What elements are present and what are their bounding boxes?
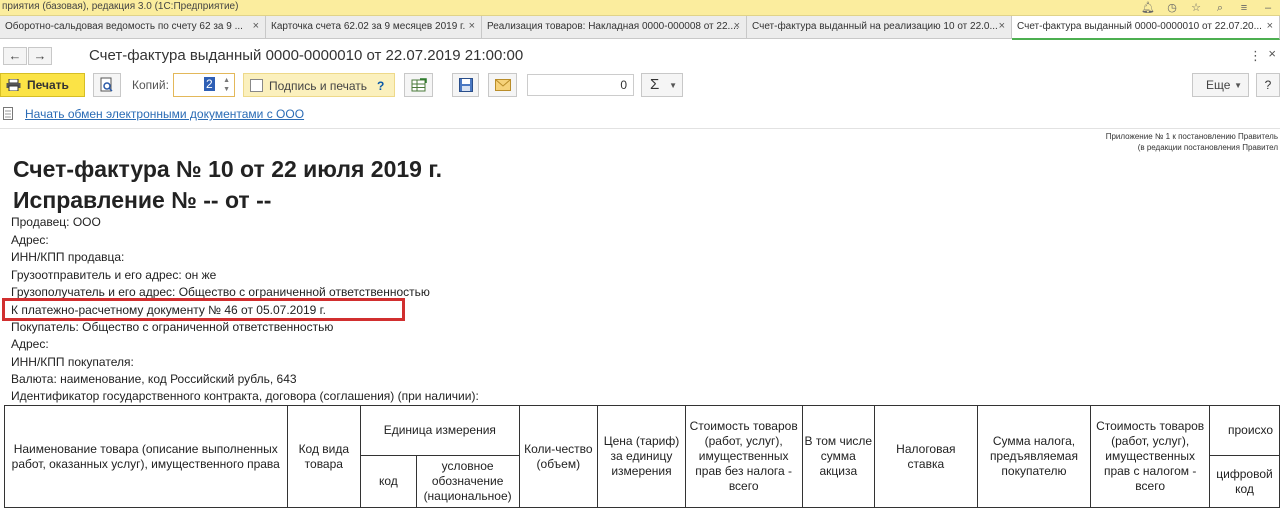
appendix-line: Приложение № 1 к постановлению Правитель [1105, 132, 1278, 141]
sign-and-stamp-checkbox[interactable] [250, 79, 263, 92]
more-actions-icon[interactable]: ⋮ [1249, 48, 1262, 64]
invoice-document: Приложение № 1 к постановлению Правитель… [0, 129, 1280, 509]
tab-realization[interactable]: Реализация товаров: Накладная 0000-00000… [482, 16, 747, 39]
tab-label: Оборотно-сальдовая ведомость по счету 62… [5, 21, 243, 32]
header-cell: Наименование товара (описание выполненны… [4, 405, 288, 508]
window-title-bar: приятия (базовая), редакция 3.0 (1С:Пред… [0, 0, 1280, 16]
help-button[interactable]: ? [1256, 73, 1280, 97]
chevron-down-icon: ▼ [669, 81, 677, 90]
tab-label: Счет-фактура выданный 0000-0000010 от 22… [1017, 21, 1262, 32]
tab-label: Счет-фактура выданный на реализацию 10 о… [752, 21, 998, 32]
title-bar-icons: 🔔︎ ◷ ☆ ⌕ ≡ – [1136, 0, 1280, 16]
envelope-icon [494, 79, 511, 91]
header-cell: В том числе сумма акциза [801, 405, 876, 508]
tab-invoice-realization[interactable]: Счет-фактура выданный на реализацию 10 о… [747, 16, 1012, 39]
history-icon[interactable]: ◷ [1160, 0, 1184, 16]
save-icon [458, 78, 473, 92]
search-icon[interactable]: ⌕ [1208, 0, 1232, 16]
close-icon[interactable]: × [999, 20, 1005, 32]
more-button-label: Еще [1206, 78, 1231, 92]
sum-field[interactable]: 0 [527, 74, 634, 96]
header-cell: Код вида товара [286, 405, 362, 508]
correction-title: Исправление № -- от -- [13, 187, 272, 213]
header-cell: Коли-чество (объем) [518, 405, 599, 508]
table-export-icon [411, 77, 427, 91]
sign-and-stamp-toggle[interactable]: Подпись и печать ? [243, 73, 395, 97]
appendix-note: Приложение № 1 к постановлению Правитель… [1106, 131, 1278, 153]
more-button[interactable]: Еще ▼ [1192, 73, 1249, 97]
tab-osv-62[interactable]: Оборотно-сальдовая ведомость по счету 62… [0, 16, 266, 39]
buyer-address-line: Адрес: [11, 337, 49, 351]
star-icon[interactable]: ☆ [1184, 0, 1208, 16]
chevron-down-icon: ▼ [1234, 81, 1242, 90]
page-title: Счет-фактура выданный 0000-0000010 от 22… [89, 47, 524, 64]
header-cell: происхо [1208, 405, 1280, 456]
buyer-inn-line: ИНН/КПП покупателя: [11, 355, 134, 369]
consignee-line: Грузополучатель и его адрес: Общество с … [11, 285, 430, 299]
header-cell: Налоговая ставка [874, 405, 978, 508]
close-icon[interactable]: × [253, 20, 259, 32]
invoice-table: Наименование товара (описание выполненны… [4, 405, 1280, 508]
header-cell: условное обозначение (национальное) [415, 455, 520, 508]
start-edo-link[interactable]: Начать обмен электронными документами с … [25, 107, 304, 121]
tab-card-62-02[interactable]: Карточка счета 62.02 за 9 месяцев 2019 г… [266, 16, 482, 39]
printer-icon [6, 79, 21, 91]
header-cell: Стоимость товаров (работ, услуг), имущес… [684, 405, 803, 508]
close-form-icon[interactable]: × [1268, 46, 1276, 61]
header-cell: Цена (тариф) за единицу измерения [597, 405, 686, 508]
header-cell: код [360, 455, 417, 508]
tab-bar: Оборотно-сальдовая ведомость по счету 62… [0, 16, 1280, 40]
seller-line: Продавец: ООО [11, 215, 101, 229]
back-button[interactable]: ← [3, 47, 27, 65]
contract-id-line: Идентификатор государственного контракта… [11, 389, 479, 403]
header-cell: Единица измерения [360, 405, 520, 456]
document-exchange-icon [3, 107, 13, 120]
header-cell: Стоимость товаров (работ, услуг), имущес… [1090, 405, 1210, 508]
sign-help-icon[interactable]: ? [377, 79, 384, 93]
send-email-button[interactable] [488, 73, 517, 97]
tab-label: Карточка счета 62.02 за 9 месяцев 2019 г… [271, 21, 466, 32]
seller-inn-line: ИНН/КПП продавца: [11, 250, 125, 264]
form-header: ← → Счет-фактура выданный 0000-0000010 о… [0, 40, 1280, 72]
minimize-icon[interactable]: – [1256, 0, 1280, 16]
copies-stepper[interactable]: 2 ▲ ▼ [173, 73, 235, 97]
header-cell: цифровой код [1208, 455, 1280, 508]
export-excel-button[interactable] [404, 73, 433, 97]
close-icon[interactable]: × [469, 20, 475, 32]
tab-invoice-issued[interactable]: Счет-фактура выданный 0000-0000010 от 22… [1012, 16, 1280, 40]
print-button[interactable]: Печать [0, 73, 85, 97]
preview-icon [100, 77, 113, 92]
bell-icon[interactable]: 🔔︎ [1136, 0, 1160, 16]
invoice-title: Счет-фактура № 10 от 22 июля 2019 г. [13, 156, 443, 182]
sigma-icon: Σ [650, 76, 660, 93]
buyer-line: Покупатель: Общество с ограниченной отве… [11, 320, 334, 334]
app-title: приятия (базовая), редакция 3.0 (1С:Пред… [2, 1, 239, 12]
copies-label: Копий: [132, 78, 169, 92]
seller-address-line: Адрес: [11, 233, 49, 247]
header-cell: Сумма налога, предъявляемая покупателю [976, 405, 1092, 508]
shipper-line: Грузоотправитель и его адрес: он же [11, 268, 217, 282]
table-header-row: Наименование товара (описание выполненны… [4, 405, 1280, 508]
print-button-label: Печать [27, 78, 69, 92]
spin-arrows-icon[interactable]: ▲ ▼ [223, 76, 230, 94]
highlight-box [2, 298, 405, 321]
appendix-line: (в редакции постановления Правител [1137, 143, 1278, 152]
close-icon[interactable]: × [734, 20, 740, 32]
copies-value[interactable]: 2 [204, 77, 215, 91]
edo-row: Начать обмен электронными документами с … [0, 105, 1280, 123]
sum-dropdown-button[interactable]: Σ ▼ [641, 73, 683, 97]
forward-button[interactable]: → [28, 47, 52, 65]
tab-label: Реализация товаров: Накладная 0000-00000… [487, 21, 739, 32]
close-icon[interactable]: × [1267, 20, 1273, 32]
preview-button[interactable] [93, 73, 121, 97]
sign-and-stamp-label: Подпись и печать [269, 79, 368, 93]
menu-icon[interactable]: ≡ [1232, 0, 1256, 16]
save-button[interactable] [452, 73, 479, 97]
currency-line: Валюта: наименование, код Российский руб… [11, 372, 297, 386]
toolbar: Печать Копий: 2 ▲ ▼ Подпись и печать ? 0… [0, 72, 1280, 100]
